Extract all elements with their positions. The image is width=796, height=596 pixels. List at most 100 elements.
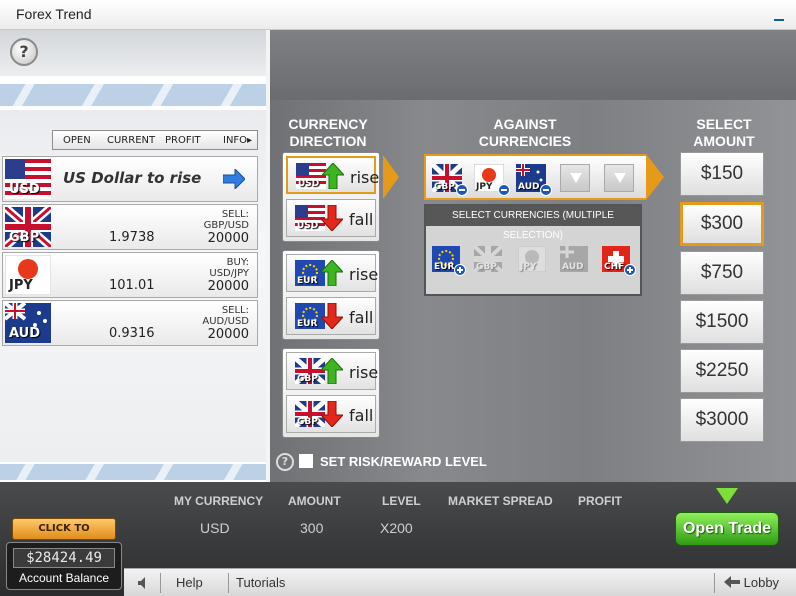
help-icon[interactable]: ? (10, 38, 38, 66)
column-profit: PROFIT (165, 135, 201, 146)
balance-value: $28424.49 (13, 548, 115, 568)
lobby-label: Lobby (743, 575, 780, 590)
currency-code: USD (298, 179, 320, 189)
currency-code: JPY (9, 278, 33, 293)
amount-3000-button[interactable]: $3000 (680, 398, 764, 442)
selected-currencies-strip: GBP JPY AUD (424, 154, 646, 200)
currency-code: JPY (476, 182, 493, 192)
direction-group-gbp: GBP rise GBP fall (282, 348, 380, 438)
position-info: SELL: AUD/USD (179, 305, 249, 327)
info-side: SELL: (221, 305, 249, 316)
select-currencies-header: SELECT CURRENCIES (MULTIPLE SELECTION) (426, 206, 640, 241)
header-profit: PROFIT (578, 494, 622, 508)
currency-code: GBP (476, 262, 497, 272)
currency-code: EUR (297, 319, 318, 329)
amount-1500-button[interactable]: $1500 (680, 300, 764, 344)
option-eur[interactable]: EUR (432, 246, 466, 276)
usd-fall-button[interactable]: USD fall (286, 199, 376, 237)
position-amount: 20000 (207, 231, 249, 246)
direction-word: fall (349, 406, 374, 425)
column-info[interactable]: INFO▸ (223, 135, 252, 146)
empty-currency-slot (560, 164, 590, 192)
slot-down-icon (614, 173, 626, 183)
title-line: CURRENCY (288, 116, 368, 132)
option-jpy: JPY (517, 245, 547, 273)
us-flag-icon: USD (5, 159, 51, 199)
positions-panel: ? OPEN CURRENT PROFIT INFO▸ USD US Dolla… (0, 30, 266, 482)
lobby-link[interactable]: Lobby (724, 575, 779, 590)
arrow-down-icon (321, 303, 343, 329)
add-icon[interactable] (454, 264, 466, 276)
trade-summary: MY CURRENCY AMOUNT LEVEL MARKET SPREAD P… (150, 492, 670, 562)
gbp-rise-button[interactable]: GBP rise (286, 352, 379, 390)
slot-down-icon (570, 173, 582, 183)
speaker-icon[interactable] (138, 577, 148, 589)
title-line: DIRECTION (289, 133, 367, 149)
eur-rise-button[interactable]: EUR rise (286, 254, 379, 292)
positions-column-header: OPEN CURRENT PROFIT INFO▸ (52, 130, 258, 150)
tutorials-link[interactable]: Tutorials (236, 575, 285, 590)
header-amount: AMOUNT (288, 494, 341, 508)
info-side: BUY: (226, 257, 249, 268)
arrow-up-icon (321, 358, 343, 384)
direction-word: rise (349, 363, 379, 382)
separator (714, 573, 715, 593)
uk-flag-icon: GBP (2, 203, 54, 251)
separator (160, 573, 161, 593)
currency-code: EUR (297, 276, 318, 286)
position-row-jpy[interactable]: JPY 101.01 BUY: USD/JPY 20000 (2, 252, 258, 298)
open-trade-button[interactable]: Open Trade (675, 512, 779, 546)
select-currencies-box: SELECT CURRENCIES (MULTIPLE SELECTION) E… (424, 204, 642, 296)
risk-reward-checkbox[interactable] (298, 453, 314, 469)
info-pair: AUD/USD (202, 316, 249, 327)
currency-code: GBP (434, 182, 455, 192)
direction-word: rise (350, 168, 380, 187)
japan-flag-icon: JPY (4, 254, 52, 296)
arrow-up-icon (322, 163, 344, 189)
currency-code: EUR (434, 262, 455, 272)
title-line: AMOUNT (693, 133, 755, 149)
amount-2250-button[interactable]: $2250 (680, 349, 764, 393)
amount-300-button[interactable]: $300 (680, 202, 764, 246)
selection-pointer (383, 155, 399, 199)
remove-icon[interactable] (498, 184, 510, 196)
bottom-bar: MY CURRENCY AMOUNT LEVEL MARKET SPREAD P… (0, 482, 796, 596)
current-rate: 0.9316 (109, 326, 155, 341)
amount-150-button[interactable]: $150 (680, 152, 764, 196)
trade-setup-panel: CURRENCY DIRECTION AGAINST CURRENCIES SE… (270, 30, 796, 482)
selected-jpy[interactable]: JPY (473, 163, 510, 196)
add-icon[interactable] (624, 264, 636, 276)
gbp-fall-button[interactable]: GBP fall (286, 395, 376, 433)
position-amount: 20000 (207, 279, 249, 294)
direction-word: rise (349, 265, 379, 284)
minimize-button[interactable] (774, 19, 784, 21)
help-link[interactable]: Help (176, 575, 203, 590)
risk-help-icon[interactable]: ? (276, 453, 294, 471)
amount-750-button[interactable]: $750 (680, 251, 764, 295)
arrow-down-icon (321, 205, 343, 231)
position-amount: 20000 (207, 327, 249, 342)
arrow-down-icon (321, 401, 343, 427)
selected-gbp[interactable]: GBP (430, 162, 468, 196)
selected-aud[interactable]: AUD (516, 164, 552, 196)
eur-fall-button[interactable]: EUR fall (286, 297, 376, 335)
down-arrow-icon (716, 488, 738, 504)
info-pair: USD/JPY (209, 268, 249, 279)
currency-code: GBP (297, 417, 318, 427)
position-row-gbp[interactable]: GBP 1.9738 SELL: GBP/USD 20000 (2, 203, 258, 251)
column-current: CURRENT (107, 135, 156, 146)
header-market-spread: MARKET SPREAD (448, 494, 553, 508)
usd-rise-button[interactable]: USD rise (286, 156, 380, 194)
direction-word: fall (349, 308, 374, 327)
australia-flag-icon: AUD (3, 301, 51, 343)
deposit-button[interactable]: CLICK TO DEPOSIT (12, 518, 116, 554)
position-row-aud[interactable]: AUD 0.9316 SELL: AUD/USD 20000 (2, 300, 258, 346)
base-currency-row[interactable]: USD US Dollar to rise (2, 156, 258, 202)
remove-icon[interactable] (456, 184, 468, 196)
remove-icon[interactable] (540, 184, 552, 196)
option-chf[interactable]: CHF (602, 246, 636, 276)
separator (228, 573, 229, 593)
value-amount: 300 (300, 520, 324, 536)
currency-code: CHF (604, 262, 625, 272)
value-my-currency: USD (200, 520, 230, 536)
